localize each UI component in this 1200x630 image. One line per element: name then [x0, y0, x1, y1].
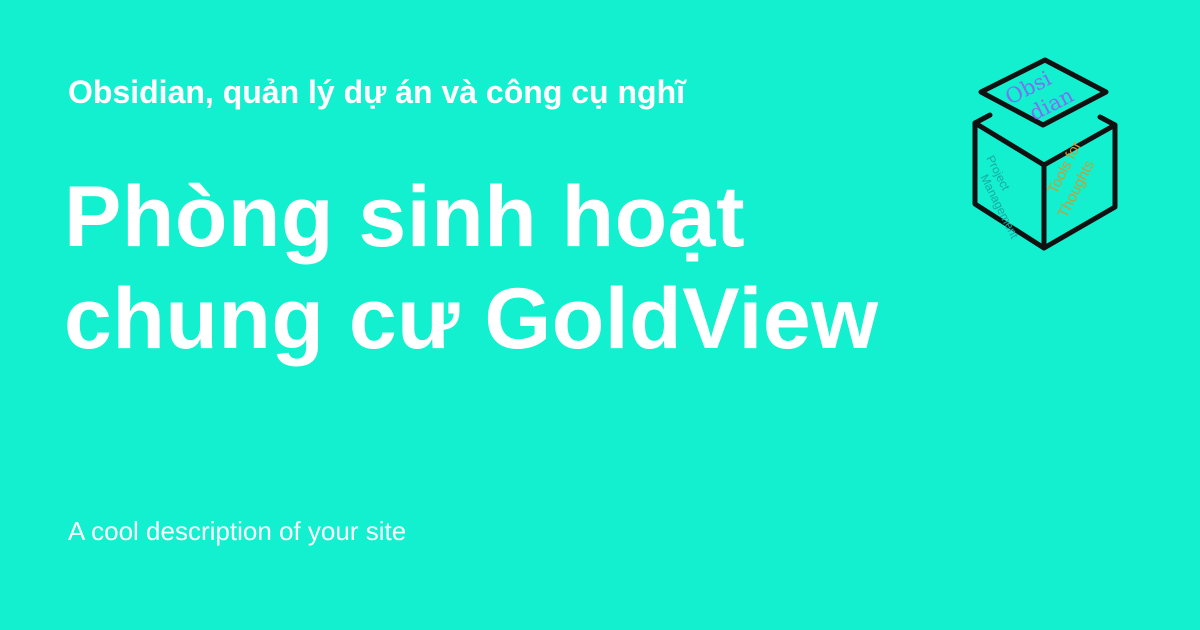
obsidian-cube-icon: Obsi dian Project Management Tools for T… — [962, 55, 1127, 255]
site-name: Obsidian, quản lý dự án và công cụ nghĩ — [68, 74, 686, 110]
obsidian-cube-svg: Obsi dian Project Management Tools for T… — [972, 57, 1118, 251]
site-description: A cool description of your site — [68, 516, 407, 546]
social-preview-card: Obsidian, quản lý dự án và công cụ nghĩ … — [0, 0, 1200, 630]
page-title: Phòng sinh hoạt chung cư GoldView — [64, 169, 879, 367]
